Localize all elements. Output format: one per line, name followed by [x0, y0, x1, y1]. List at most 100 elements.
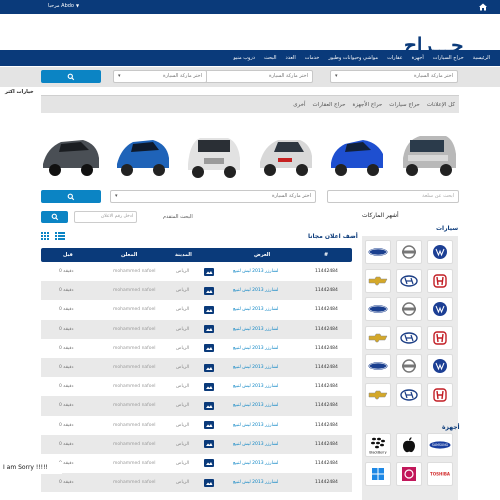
hyundai-brand-logo[interactable] — [396, 268, 422, 293]
ford-brand-logo[interactable] — [365, 240, 391, 264]
more-options-label[interactable]: خيارات اكثر — [5, 89, 34, 95]
car-image[interactable] — [113, 118, 173, 188]
ad-user-link[interactable]: mohammed nafoel — [113, 454, 156, 473]
keyword-input[interactable]: ابحث عن سلعة — [327, 190, 459, 203]
ad-user-link[interactable]: mohammed nafoel — [113, 473, 156, 492]
vw-brand-logo[interactable] — [427, 354, 453, 378]
ad-title-link[interactable]: لشارزر 2013 ليش لتبيع — [233, 454, 278, 473]
nissan-brand-logo[interactable] — [396, 240, 422, 264]
user-menu[interactable]: مرحبا Abdo ▼ — [48, 3, 79, 9]
ad-title-link[interactable]: لشارزر 2013 ليش لتبيع — [233, 473, 278, 492]
ad-title-link[interactable]: لشارزر 2013 ليش لتبيع — [233, 320, 278, 339]
nav-item[interactable]: حراج السيارات — [433, 55, 464, 61]
chevy-brand-logo[interactable] — [365, 325, 391, 350]
car-image[interactable] — [398, 118, 459, 188]
ad-user-link[interactable]: mohammed nafoel — [113, 281, 156, 300]
vw-brand-logo[interactable] — [427, 240, 453, 264]
chevy-brand-logo[interactable] — [365, 382, 391, 407]
table-row[interactable]: 11442484 لشارزر 2013 ليش لتبيع الرياض moham… — [41, 454, 352, 473]
nissan-brand-logo[interactable] — [396, 297, 422, 321]
lg-brand-logo[interactable] — [396, 461, 422, 486]
samsung-brand-logo[interactable]: SAMSUNG — [427, 433, 453, 457]
ad-title-link[interactable]: لشارزر 2013 ليش لتبيع — [233, 281, 278, 300]
table-row[interactable]: 11442484 لشارزر 2013 ليش لتبيع الرياض moham… — [41, 416, 352, 435]
car-image[interactable] — [41, 118, 101, 188]
nissan-brand-logo[interactable] — [396, 354, 422, 378]
ad-number-input[interactable]: ادخل رقم الاعلان — [74, 211, 137, 223]
apple-brand-logo[interactable] — [396, 433, 422, 457]
table-row[interactable]: 11442484 لشارزر 2013 ليش لتبيع الرياض moham… — [41, 473, 352, 493]
category-tab[interactable]: حراج سيارات — [389, 102, 420, 108]
table-row[interactable]: 11442484 لشارزر 2013 ليش لتبيع الرياض moham… — [41, 262, 352, 281]
nav-item[interactable]: عقارات — [387, 55, 403, 61]
ad-title-link[interactable]: لشارزر 2013 ليش لتبيع — [233, 435, 278, 454]
table-row[interactable]: 11442484 لشارزر 2013 ليش لتبيع الرياض moham… — [41, 339, 352, 358]
ad-title-link[interactable]: لشارزر 2013 ليش لتبيع — [233, 377, 278, 396]
image-icon — [204, 416, 214, 435]
table-row[interactable]: 11442484 لشارزر 2013 ليش لتبيع الرياض moham… — [41, 357, 352, 378]
advanced-search-link[interactable]: البحث المتقدم — [163, 214, 193, 220]
table-row[interactable]: 11442484 لشارزر 2013 ليش لتبيع الرياض moham… — [41, 434, 352, 454]
nav-item[interactable]: دروب منيو — [233, 55, 255, 61]
ad-user-link[interactable]: mohammed nafoel — [113, 320, 156, 339]
ad-user-link[interactable]: mohammed nafoel — [113, 300, 156, 319]
table-row[interactable]: 11442484 لشارزر 2013 ليش لتبيع الرياض moham… — [41, 300, 352, 319]
ford-brand-logo[interactable] — [365, 297, 391, 321]
model-select[interactable]: ▾اختر ماركة السيارة — [189, 70, 313, 83]
table-row[interactable]: 11442484 لشارزر 2013 ليش لتبيع الرياض moham… — [41, 396, 352, 416]
ad-user-link[interactable]: mohammed nafoel — [113, 339, 156, 358]
toshiba-brand-logo[interactable]: TOSHIBA — [427, 461, 453, 486]
ad-user-link[interactable]: mohammed nafoel — [113, 435, 156, 454]
nav-item[interactable]: العدد — [286, 55, 296, 61]
ad-title-link[interactable]: لشارزر 2013 ليش لتبيع — [233, 358, 278, 377]
chevron-down-icon: ▾ — [118, 73, 121, 79]
table-row[interactable]: 11442484 لشارزر 2013 ليش لتبيع الرياض moham… — [41, 281, 352, 301]
nav-item[interactable]: الرئيسية — [473, 55, 490, 61]
ad-user-link[interactable]: mohammed nafoel — [113, 377, 156, 396]
nav-item[interactable]: مواشي وحيوانات وطيور — [328, 55, 378, 61]
category-tab[interactable]: حراج العقارات — [313, 102, 346, 108]
year-select[interactable]: ▾ اختر ماركة السيارة — [113, 70, 207, 83]
car-image[interactable] — [256, 118, 316, 188]
nav-item[interactable]: خدمات — [305, 55, 320, 61]
table-row[interactable]: 11442484 لشارزر 2013 ليش لتبيع الرياض moham… — [41, 319, 352, 339]
chevy-brand-logo[interactable] — [365, 268, 391, 293]
honda-brand-logo[interactable] — [427, 382, 453, 407]
ad-time: 0 دقيقه — [59, 480, 74, 486]
ad-user-link[interactable]: mohammed nafoel — [113, 262, 156, 281]
ad-title-link[interactable]: لشارزر 2013 ليش لتبيع — [233, 416, 278, 435]
ad-user-link[interactable]: mohammed nafoel — [113, 396, 156, 415]
make-select-2[interactable]: ▾ اختر ماركة السيارة — [110, 190, 316, 203]
ad-title-link[interactable]: لشارزر 2013 ليش لتبيع — [233, 262, 278, 281]
car-image[interactable] — [184, 118, 244, 188]
category-tab[interactable]: حراج الأجهزة — [352, 102, 382, 108]
ford-brand-logo[interactable] — [365, 354, 391, 378]
nav-item[interactable]: أجهزة — [412, 55, 424, 61]
category-tab[interactable]: كل الإعلانات — [427, 102, 455, 108]
vw-brand-logo[interactable] — [427, 297, 453, 321]
ad-title-link[interactable]: لشارزر 2013 ليش لتبيع — [233, 300, 278, 319]
blackberry-brand-logo[interactable]: BlackBerry — [365, 433, 391, 457]
ad-title-link[interactable]: لشارزر 2013 ليش لتبيع — [233, 339, 278, 358]
ad-user-link[interactable]: mohammed nafoel — [113, 358, 156, 377]
search-button[interactable] — [41, 70, 101, 83]
nav-item[interactable]: البحث — [264, 55, 277, 61]
add-ad-title[interactable]: أضف اعلان مجانا — [308, 233, 358, 240]
honda-brand-logo[interactable] — [427, 268, 453, 293]
category-tab[interactable]: أخرى — [293, 102, 305, 108]
ad-number-search-button[interactable] — [41, 211, 68, 223]
image-icon — [204, 435, 214, 454]
list-view-icon[interactable] — [55, 232, 65, 240]
make-select[interactable]: ▾ اختر ماركة السيارة — [330, 70, 458, 83]
ad-user-link[interactable]: mohammed nafoel — [113, 416, 156, 435]
hyundai-brand-logo[interactable] — [396, 325, 422, 350]
home-icon[interactable] — [478, 2, 488, 12]
hyundai-brand-logo[interactable] — [396, 382, 422, 407]
honda-brand-logo[interactable] — [427, 325, 453, 350]
windows-brand-logo[interactable] — [365, 461, 391, 486]
grid-view-icon[interactable] — [41, 232, 49, 240]
car-image[interactable] — [327, 118, 387, 188]
table-row[interactable]: 11442484 لشارزر 2013 ليش لتبيع الرياض moham… — [41, 377, 352, 396]
ad-title-link[interactable]: لشارزر 2013 ليش لتبيع — [233, 396, 278, 415]
search-button-2[interactable] — [41, 190, 101, 203]
